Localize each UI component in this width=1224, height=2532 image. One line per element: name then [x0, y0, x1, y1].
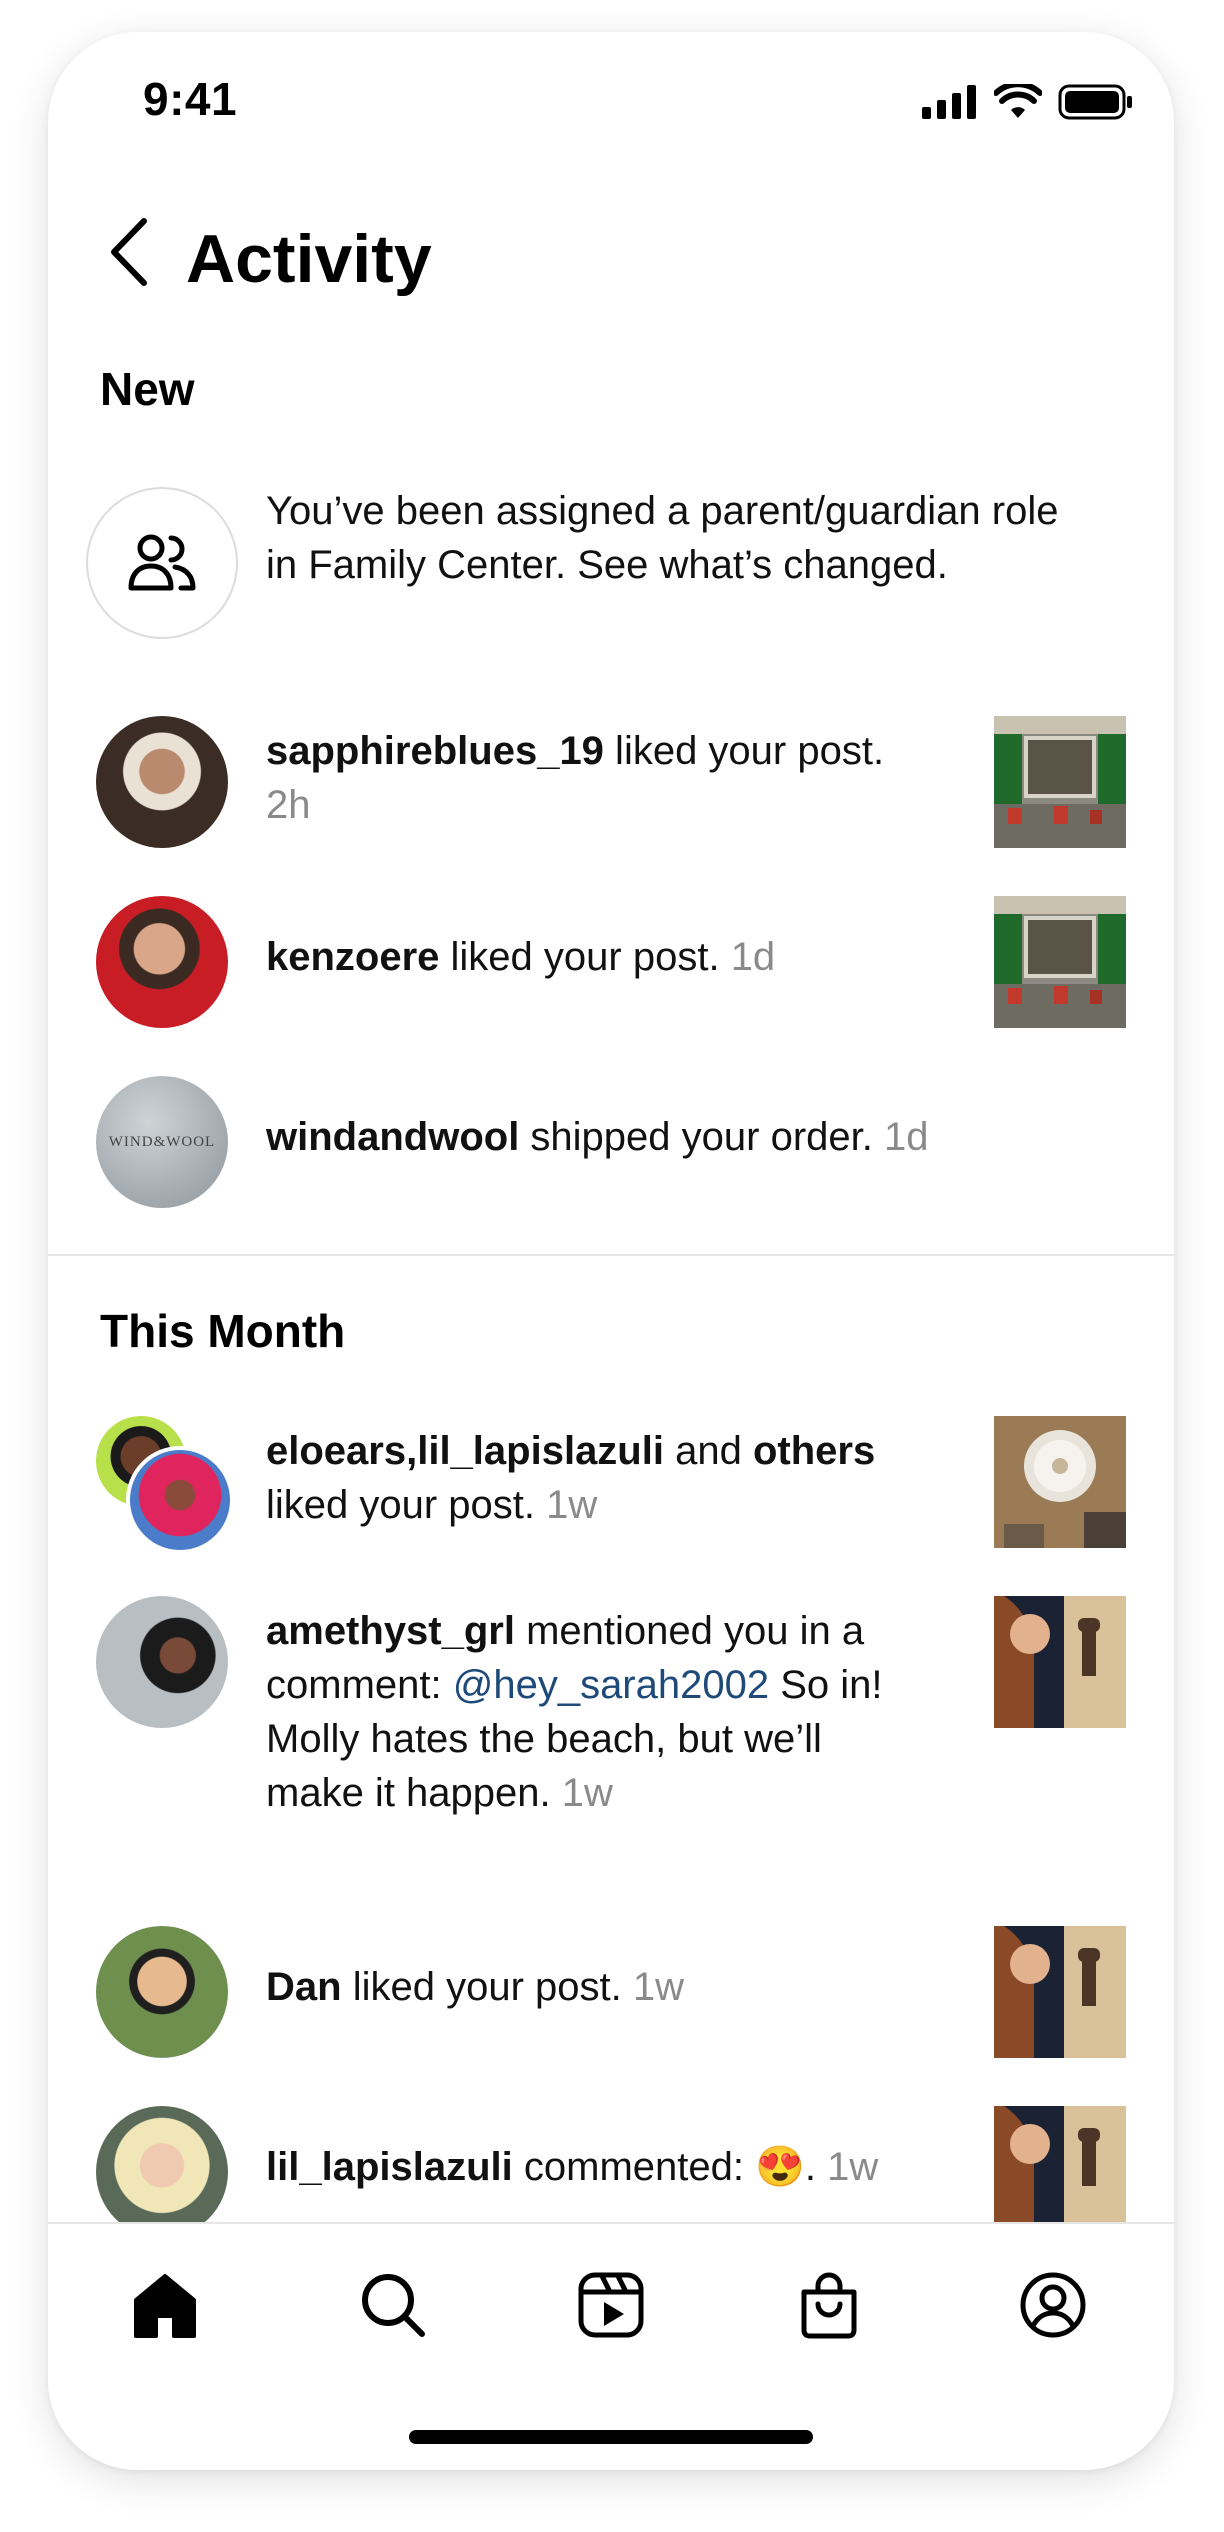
section-title-new: New — [100, 363, 195, 415]
brand-logo-text: WIND&WOOL — [108, 1133, 216, 1150]
notification-dan[interactable]: Dan liked your post. 1w — [48, 1922, 1174, 2062]
status-bar: 9:41 — [48, 32, 1174, 172]
username[interactable]: amethyst_grl — [266, 1609, 515, 1653]
notification-text: windandwool shipped your order. 1d — [266, 1110, 1146, 1164]
avatar-lil-lapislazuli[interactable] — [96, 2106, 228, 2238]
cellular-signal-icon — [922, 85, 976, 119]
cafe-photo — [994, 896, 1126, 1028]
timestamp: 1w — [827, 2145, 879, 2189]
post-thumbnail[interactable] — [994, 716, 1126, 848]
notification-text: sapphireblues_19 liked your post. 2h — [266, 724, 926, 832]
notification-text: amethyst_grl mentioned you in a comment:… — [266, 1604, 926, 1820]
beach-dog-photo — [994, 1926, 1126, 2058]
action-text: commented: — [512, 2145, 756, 2189]
avatar-amethyst-grl[interactable] — [96, 1596, 228, 1728]
notification-windandwool[interactable]: WIND&WOOL windandwool shipped your order… — [48, 1072, 1174, 1212]
shop-icon — [801, 2272, 857, 2339]
username[interactable]: kenzoere — [266, 935, 439, 979]
battery-icon — [1058, 84, 1132, 120]
search-icon — [362, 2274, 425, 2337]
home-icon — [134, 2274, 196, 2338]
notification-amethyst[interactable]: amethyst_grl mentioned you in a comment:… — [48, 1592, 1174, 1852]
username[interactable]: Dan — [266, 1965, 342, 2009]
reels-icon — [578, 2272, 644, 2338]
timestamp: 1d — [884, 1115, 929, 1159]
status-time: 9:41 — [143, 73, 238, 125]
header: Activity — [48, 182, 1174, 302]
others-link[interactable]: others — [753, 1429, 875, 1473]
timestamp: 1w — [546, 1483, 598, 1527]
family-center-text: You’ve been assigned a parent/guardian r… — [266, 489, 1059, 587]
family-center-icon-circle — [86, 487, 238, 639]
avatar-kenzoere[interactable] — [96, 896, 228, 1028]
tab-home[interactable] — [120, 2260, 210, 2350]
home-indicator[interactable] — [409, 2430, 813, 2444]
beach-dog-photo — [994, 1596, 1126, 1728]
username[interactable]: windandwool — [266, 1115, 519, 1159]
action-text: liked your post. — [603, 729, 885, 773]
post-thumbnail[interactable] — [994, 1416, 1126, 1548]
timestamp: 1w — [561, 1771, 613, 1815]
people-icon — [128, 534, 196, 591]
phone-screen: 9:41 Activity New You’ve been assigned a… — [48, 32, 1174, 2470]
avatar-sapphireblues[interactable] — [96, 716, 228, 848]
username[interactable]: lil_lapislazuli — [266, 2145, 513, 2189]
tab-shop[interactable] — [784, 2260, 874, 2350]
timestamp: 2h — [266, 783, 311, 827]
username[interactable]: eloears,lil_lapislazuli — [266, 1429, 664, 1473]
username[interactable]: sapphireblues_19 — [266, 729, 604, 773]
action-text: liked your post. — [439, 935, 720, 979]
wifi-icon — [994, 84, 1042, 118]
coffee-photo — [994, 1416, 1126, 1548]
post-thumbnail[interactable] — [994, 1596, 1126, 1728]
status-icons — [922, 84, 1134, 120]
profile-icon — [1020, 2272, 1086, 2338]
emoji: 😍 — [755, 2145, 805, 2189]
post-thumbnail[interactable] — [994, 896, 1126, 1028]
notification-kenzoere[interactable]: kenzoere liked your post. 1d — [48, 892, 1174, 1032]
action-text: liked your post. — [266, 1483, 536, 1527]
section-title-this-month: This Month — [100, 1305, 346, 1357]
action-text: shipped your order. — [519, 1115, 873, 1159]
notification-eloears[interactable]: eloears,lil_lapislazuli and others liked … — [48, 1412, 1174, 1562]
post-thumbnail[interactable] — [994, 2106, 1126, 2238]
page-title: Activity — [186, 221, 432, 297]
post-thumbnail[interactable] — [994, 1926, 1126, 2058]
notification-sapphireblues[interactable]: sapphireblues_19 liked your post. 2h — [48, 712, 1174, 852]
tab-search[interactable] — [348, 2260, 438, 2350]
timestamp: 1d — [730, 935, 776, 979]
cafe-photo — [994, 716, 1126, 848]
avatar-lil-lapislazuli — [126, 1446, 234, 1554]
avatar-dan[interactable] — [96, 1926, 228, 2058]
punctuation: . — [804, 2145, 817, 2189]
notification-lil-lapislazuli[interactable]: lil_lapislazuli commented: 😍. 1w — [48, 2102, 1174, 2242]
tab-profile[interactable] — [1008, 2260, 1098, 2350]
back-button[interactable] — [98, 212, 158, 292]
notification-text: lil_lapislazuli commented: 😍. 1w — [266, 2140, 926, 2194]
conjunction-text: and — [663, 1429, 753, 1473]
beach-dog-photo — [994, 2106, 1126, 2238]
timestamp: 1w — [632, 1965, 684, 2009]
tab-reels[interactable] — [566, 2260, 656, 2350]
notification-text: Dan liked your post. 1w — [266, 1960, 926, 2014]
notification-family-center[interactable]: You’ve been assigned a parent/guardian r… — [48, 472, 1174, 642]
chevron-left-icon — [111, 218, 147, 286]
avatar-windandwool[interactable]: WIND&WOOL — [96, 1076, 228, 1208]
action-text: liked your post. — [341, 1965, 622, 2009]
mention-link[interactable]: @hey_sarah2002 — [453, 1663, 769, 1707]
notification-text: kenzoere liked your post. 1d — [266, 930, 926, 984]
stacked-avatars[interactable] — [96, 1416, 236, 1556]
notification-text: eloears,lil_lapislazuli and others liked … — [266, 1424, 926, 1532]
section-divider — [48, 1254, 1174, 1256]
